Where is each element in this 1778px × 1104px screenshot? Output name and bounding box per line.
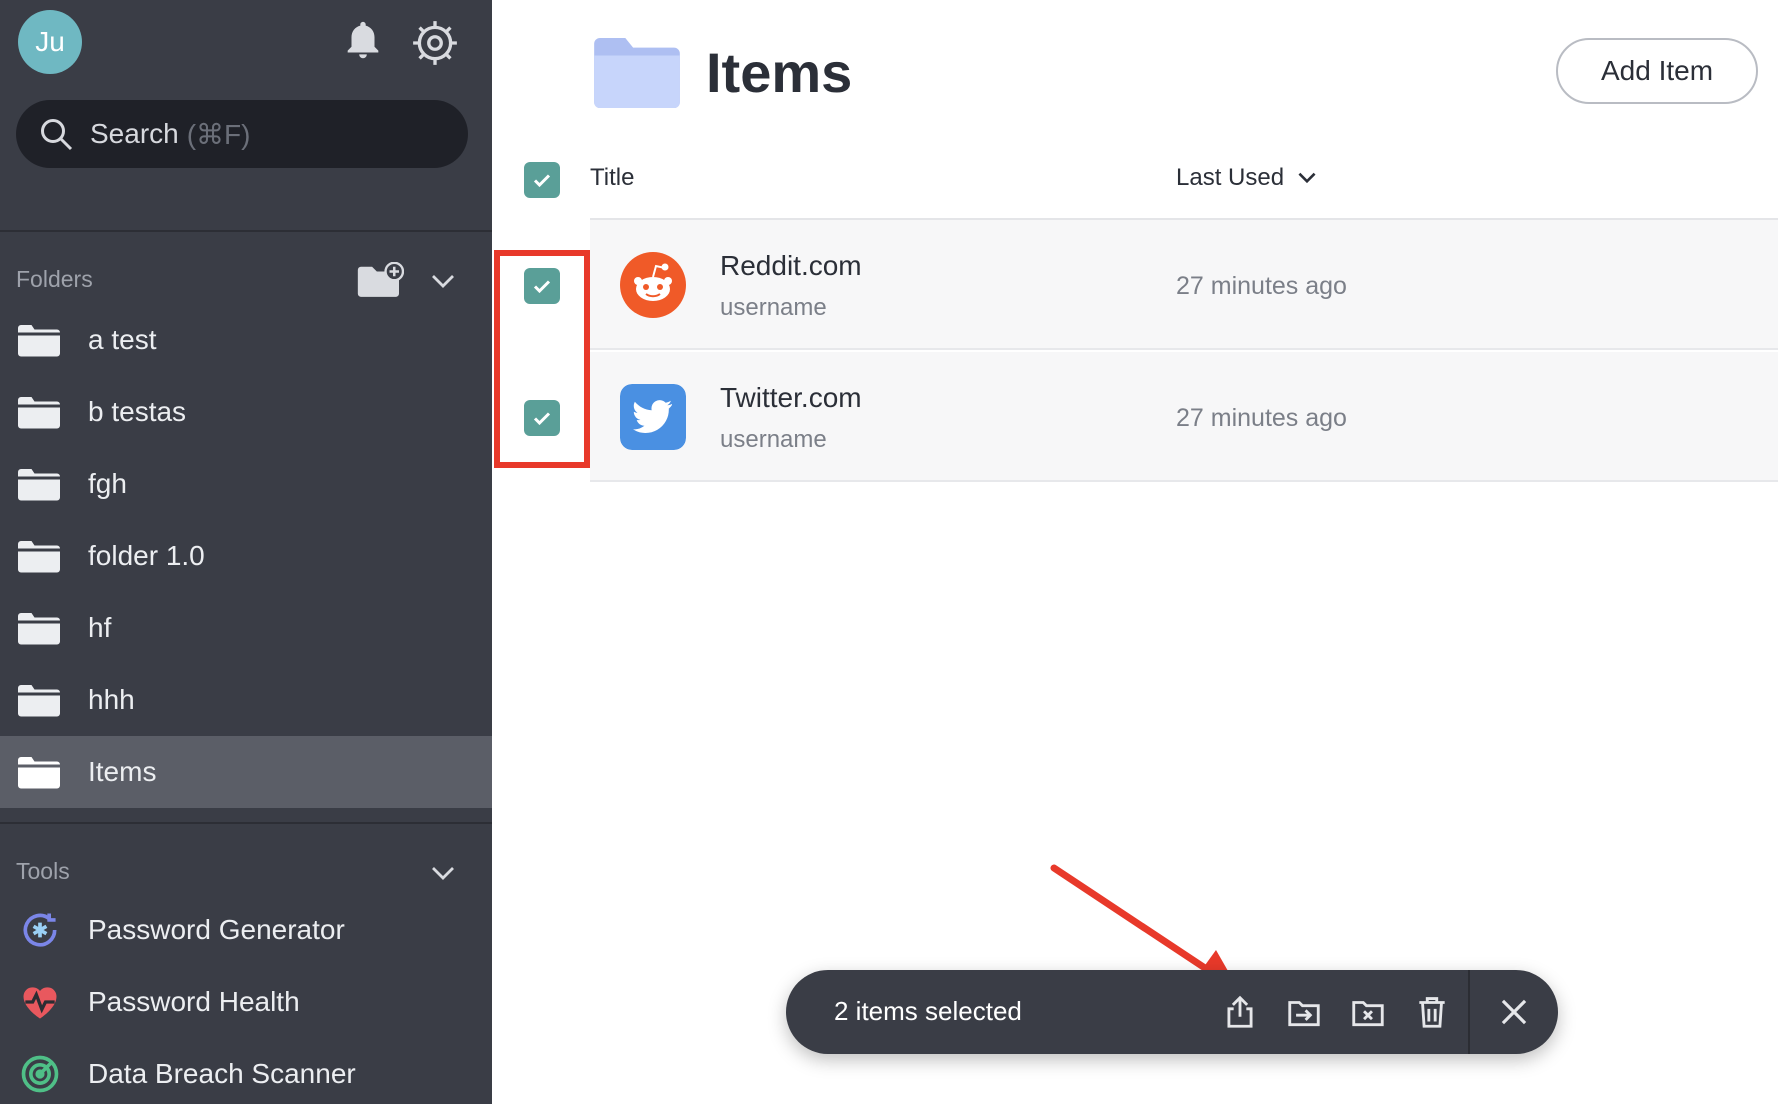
folder-label: b testas xyxy=(88,396,187,427)
gear-icon[interactable] xyxy=(410,18,460,68)
folder-label: fgh xyxy=(88,468,127,499)
move-to-folder-button[interactable] xyxy=(1282,990,1326,1034)
sidebar-divider xyxy=(0,822,492,824)
chevron-down-icon xyxy=(1298,172,1316,184)
column-header-title[interactable]: Title xyxy=(590,164,634,192)
close-selection-button[interactable] xyxy=(1492,990,1536,1034)
tool-label: Data Breach Scanner xyxy=(88,1058,356,1089)
search-shortcut: (⌘F) xyxy=(186,118,251,150)
remove-from-folder-icon xyxy=(1352,1001,1384,1027)
folder-icon xyxy=(18,613,60,645)
folder-icon xyxy=(18,541,60,573)
folder-icon xyxy=(18,469,60,501)
delete-button[interactable] xyxy=(1410,990,1454,1034)
tool-label: Password Health xyxy=(88,986,300,1017)
bulk-bar-separator xyxy=(1468,970,1470,1054)
radar-icon xyxy=(21,1055,59,1093)
new-folder-icon[interactable] xyxy=(356,262,404,300)
folder-label: Items xyxy=(88,756,157,787)
table-row[interactable]: Reddit.com username 27 minutes ago xyxy=(590,220,1778,350)
folder-icon xyxy=(18,685,60,717)
add-item-button[interactable]: Add Item xyxy=(1556,38,1758,104)
search-icon xyxy=(41,119,73,151)
heart-pulse-icon xyxy=(23,987,57,1019)
remove-from-folder-button[interactable] xyxy=(1346,990,1390,1034)
search-label: Search xyxy=(90,118,179,149)
folder-label: hhh xyxy=(88,684,135,715)
item-title: Twitter.com xyxy=(720,382,862,413)
tool-label: Password Generator xyxy=(88,914,345,945)
reddit-icon xyxy=(620,252,686,318)
sidebar-folder-hhh[interactable]: hhh xyxy=(0,664,492,736)
bell-icon[interactable] xyxy=(340,18,386,64)
item-last-used: 27 minutes ago xyxy=(1176,272,1347,300)
select-all-checkbox[interactable] xyxy=(524,162,560,198)
search-bar[interactable]: Search (⌘F) xyxy=(16,100,468,168)
column-header-last-used-label: Last Used xyxy=(1176,164,1285,191)
sidebar: Ju Search (⌘F) Folders a test b testas f… xyxy=(0,0,492,1104)
folder-icon xyxy=(18,397,60,429)
checkbox-highlight-annotation xyxy=(494,250,590,468)
sidebar-folder-hf[interactable]: hf xyxy=(0,592,492,664)
sidebar-tool-data-breach-scanner[interactable]: Data Breach Scanner xyxy=(0,1038,492,1104)
sidebar-folder-items[interactable]: Items xyxy=(0,736,492,808)
page-title: Items xyxy=(706,41,853,104)
tools-collapse-chevron-icon[interactable] xyxy=(428,858,458,888)
sidebar-folder-folder-1-0[interactable]: folder 1.0 xyxy=(0,520,492,592)
folder-label: folder 1.0 xyxy=(88,540,205,571)
password-generator-icon xyxy=(23,913,57,947)
checkmark-icon xyxy=(533,174,551,188)
sidebar-divider xyxy=(0,230,492,232)
item-username: username xyxy=(720,426,827,453)
user-avatar[interactable]: Ju xyxy=(18,10,82,74)
share-icon xyxy=(1227,995,1253,1028)
sidebar-tool-password-generator[interactable]: Password Generator xyxy=(0,894,492,966)
sidebar-folder-b-testas[interactable]: b testas xyxy=(0,376,492,448)
column-header-last-used[interactable]: Last Used xyxy=(1176,164,1320,192)
trash-icon xyxy=(1419,997,1445,1028)
folder-label: a test xyxy=(88,324,157,355)
item-username: username xyxy=(720,294,827,321)
folders-section-label: Folders xyxy=(16,266,93,292)
sidebar-folder-a-test[interactable]: a test xyxy=(0,304,492,376)
item-last-used: 27 minutes ago xyxy=(1176,404,1347,432)
sidebar-folder-fgh[interactable]: fgh xyxy=(0,448,492,520)
close-icon xyxy=(1501,999,1527,1025)
selection-count: 2 items selected xyxy=(834,996,1022,1026)
tools-section-label: Tools xyxy=(16,858,70,884)
item-title: Reddit.com xyxy=(720,250,862,281)
table-row[interactable]: Twitter.com username 27 minutes ago xyxy=(590,352,1778,482)
sidebar-tool-password-health[interactable]: Password Health xyxy=(0,966,492,1038)
folder-icon xyxy=(18,325,60,357)
folder-label: hf xyxy=(88,612,112,643)
twitter-icon xyxy=(620,384,686,450)
folder-icon xyxy=(18,757,60,789)
folders-collapse-chevron-icon[interactable] xyxy=(428,266,458,296)
folder-icon xyxy=(594,37,680,109)
bulk-action-bar: 2 items selected xyxy=(786,970,1558,1054)
move-icon xyxy=(1288,1001,1320,1027)
share-button[interactable] xyxy=(1218,990,1262,1034)
